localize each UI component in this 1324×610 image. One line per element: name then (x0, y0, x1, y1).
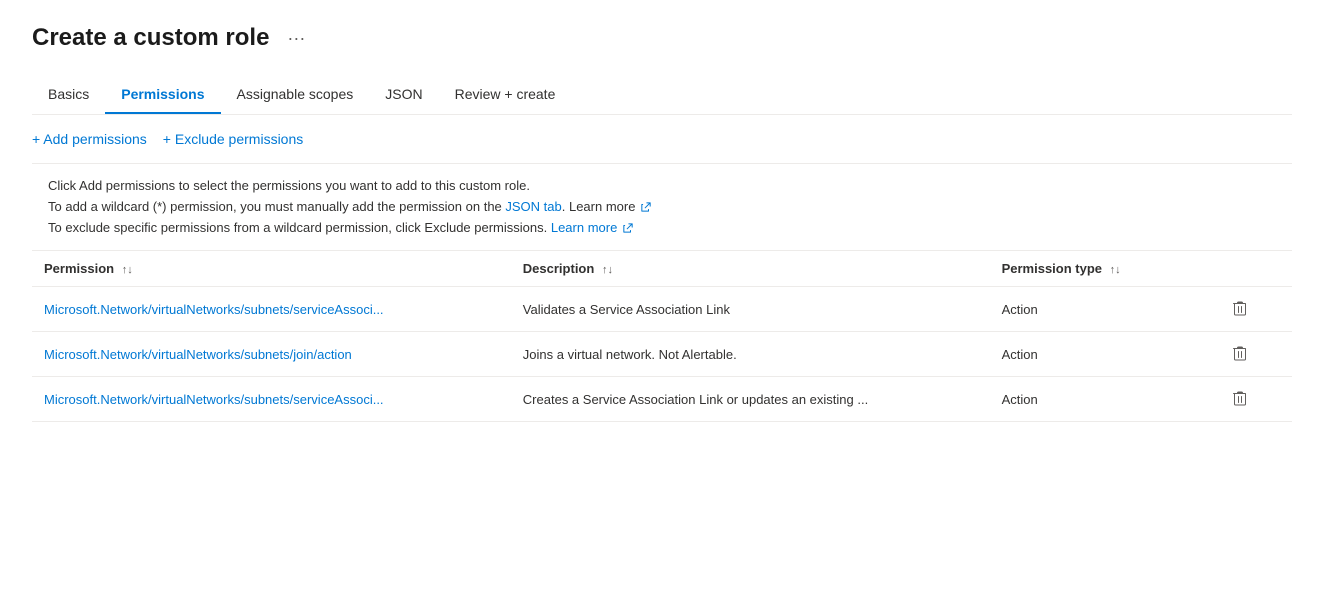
delete-permission-button[interactable] (1228, 342, 1252, 366)
tab-basics[interactable]: Basics (32, 76, 105, 114)
add-permissions-button[interactable]: + Add permissions (32, 127, 147, 151)
description-cell: Validates a Service Association Link (511, 287, 990, 332)
tab-assignable-scopes[interactable]: Assignable scopes (221, 76, 370, 114)
permission-link[interactable]: Microsoft.Network/virtualNetworks/subnet… (44, 392, 384, 407)
table-header-row: Permission ↑↓ Description ↑↓ Permission … (32, 251, 1292, 287)
delete-permission-button[interactable] (1228, 387, 1252, 411)
tab-json[interactable]: JSON (369, 76, 438, 114)
permission-link[interactable]: Microsoft.Network/virtualNetworks/subnet… (44, 347, 352, 362)
tab-nav: Basics Permissions Assignable scopes JSO… (32, 76, 1292, 115)
description-cell: Creates a Service Association Link or up… (511, 377, 990, 422)
col-header-description: Description ↑↓ (511, 251, 990, 287)
info-box: Click Add permissions to select the perm… (32, 164, 1292, 251)
trash-icon (1232, 391, 1248, 407)
permission-type-cell: Action (990, 377, 1217, 422)
info-line-3: To exclude specific permissions from a w… (48, 218, 1276, 239)
permissions-toolbar: + Add permissions + Exclude permissions (32, 115, 1292, 164)
sort-icon-permission-type[interactable]: ↑↓ (1110, 264, 1121, 276)
external-link-icon (641, 202, 651, 212)
sort-icon-description[interactable]: ↑↓ (602, 264, 613, 276)
ellipsis-menu-button[interactable]: ··· (281, 26, 311, 51)
action-cell (1216, 287, 1292, 332)
table-row: Microsoft.Network/virtualNetworks/subnet… (32, 377, 1292, 422)
learn-more-link[interactable]: Learn more (551, 220, 617, 235)
table-row: Microsoft.Network/virtualNetworks/subnet… (32, 332, 1292, 377)
permission-cell: Microsoft.Network/virtualNetworks/subnet… (32, 287, 511, 332)
info-line-2: To add a wildcard (*) permission, you mu… (48, 197, 1276, 218)
sort-icon-permission[interactable]: ↑↓ (122, 264, 133, 276)
page-title-row: Create a custom role ··· (32, 24, 1292, 52)
page-title: Create a custom role (32, 24, 269, 52)
col-header-action (1216, 251, 1292, 287)
description-cell: Joins a virtual network. Not Alertable. (511, 332, 990, 377)
action-cell (1216, 332, 1292, 377)
permission-cell: Microsoft.Network/virtualNetworks/subnet… (32, 377, 511, 422)
permission-type-cell: Action (990, 332, 1217, 377)
tab-permissions[interactable]: Permissions (105, 76, 220, 114)
exclude-permissions-button[interactable]: + Exclude permissions (163, 127, 303, 151)
trash-icon (1232, 301, 1248, 317)
delete-permission-button[interactable] (1228, 297, 1252, 321)
json-tab-link[interactable]: JSON tab (505, 199, 561, 214)
external-link-icon-2 (623, 223, 633, 233)
col-header-permission: Permission ↑↓ (32, 251, 511, 287)
permission-cell: Microsoft.Network/virtualNetworks/subnet… (32, 332, 511, 377)
info-line-1: Click Add permissions to select the perm… (48, 176, 1276, 197)
trash-icon (1232, 346, 1248, 362)
permission-type-cell: Action (990, 287, 1217, 332)
table-row: Microsoft.Network/virtualNetworks/subnet… (32, 287, 1292, 332)
col-header-permission-type: Permission type ↑↓ (990, 251, 1217, 287)
permissions-table: Permission ↑↓ Description ↑↓ Permission … (32, 251, 1292, 422)
action-cell (1216, 377, 1292, 422)
permission-link[interactable]: Microsoft.Network/virtualNetworks/subnet… (44, 302, 384, 317)
tab-review-create[interactable]: Review + create (439, 76, 572, 114)
